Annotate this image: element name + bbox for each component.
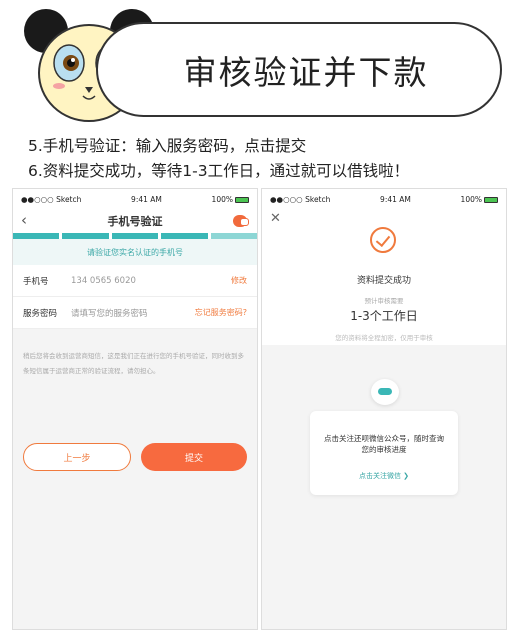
battery-status: 100% — [212, 195, 249, 204]
phone-value: 134 0565 6020 — [71, 275, 136, 286]
status-bar: ●●○○○ Sketch 9:41 AM 100% — [262, 189, 506, 209]
follow-wechat-link[interactable]: 点击关注微信 ❯ — [310, 471, 458, 481]
battery-icon — [484, 196, 498, 203]
step-5: 5.手机号验证：输入服务密码，点击提交 — [28, 137, 307, 155]
status-bar: ●●○○○ Sketch 9:41 AM 100% — [13, 189, 257, 209]
carrier: ●●○○○ Sketch — [21, 194, 82, 204]
password-label: 服务密码 — [23, 308, 58, 319]
clock: 9:41 AM — [131, 194, 162, 204]
battery-status: 100% — [461, 195, 498, 204]
check-circle-icon — [370, 227, 396, 253]
carrier: ●●○○○ Sketch — [270, 194, 331, 204]
phone-verify-screen: ●●○○○ Sketch 9:41 AM 100% ‹ 手机号验证 请验证您实名… — [12, 188, 258, 630]
edit-phone-link[interactable]: 修改 — [231, 275, 247, 286]
submit-button[interactable]: 提交 — [141, 443, 247, 471]
verify-hint: 请验证您实名认证的手机号 — [13, 239, 257, 265]
step-instructions: 5.手机号验证：输入服务密码，点击提交 6.资料提交成功，等待1-3工作日，通过… — [28, 134, 409, 184]
sms-notice: 稍后您将会收到运营商短信，这是我们正在进行您的手机号验证，同时收到多条短信属于运… — [23, 352, 244, 375]
close-icon[interactable]: ✕ — [270, 211, 281, 226]
banner: 审核验证并下款 — [96, 22, 502, 117]
phone-label: 手机号 — [23, 276, 49, 287]
success-text: 资料提交成功 — [356, 276, 411, 286]
banner-title: 审核验证并下款 — [183, 52, 429, 92]
eta-label: 预计审核需要 — [364, 297, 404, 305]
secure-note: 您的资料将全程加密，仅用于审核 — [335, 334, 433, 342]
prev-step-button[interactable]: 上一步 — [23, 443, 131, 471]
step-6: 6.资料提交成功，等待1-3工作日，通过就可以借钱啦！ — [28, 162, 410, 180]
back-icon[interactable]: ‹ — [21, 211, 27, 229]
battery-icon — [235, 196, 249, 203]
page-title: 手机号验证 — [107, 215, 163, 228]
wechat-follow-card: 点击关注还呗微信公众号，随时查询您的审核进度 点击关注微信 ❯ — [310, 411, 458, 495]
step-progress — [13, 233, 257, 239]
toggle-icon[interactable] — [233, 215, 249, 227]
verify-form: 手机号 134 0565 6020 修改 服务密码 请填写您的服务密码 忘记服务… — [13, 265, 257, 329]
phone-row: 手机号 134 0565 6020 修改 — [13, 265, 257, 297]
eta-value: 1-3个工作日 — [350, 309, 418, 323]
progress-segment — [161, 233, 208, 239]
progress-segment — [111, 233, 159, 239]
forgot-password-link[interactable]: 忘记服务密码? — [195, 307, 247, 318]
success-card: ●●○○○ Sketch 9:41 AM 100% ✕ 资料提交成功 预计审核需… — [262, 189, 506, 345]
wechat-prompt: 点击关注还呗微信公众号，随时查询您的审核进度 — [324, 434, 444, 454]
clock: 9:41 AM — [380, 194, 411, 204]
submit-success-screen: ●●○○○ Sketch 9:41 AM 100% ✕ 资料提交成功 预计审核需… — [261, 188, 507, 630]
password-input[interactable]: 请填写您的服务密码 — [71, 307, 195, 319]
progress-segment — [62, 233, 109, 239]
progress-segment — [13, 233, 60, 239]
assistant-bot-icon — [371, 379, 399, 405]
progress-segment — [210, 233, 257, 239]
action-buttons: 上一步 提交 — [23, 443, 247, 471]
password-row: 服务密码 请填写您的服务密码 忘记服务密码? — [13, 297, 257, 329]
nav-bar: ‹ 手机号验证 — [13, 209, 257, 233]
